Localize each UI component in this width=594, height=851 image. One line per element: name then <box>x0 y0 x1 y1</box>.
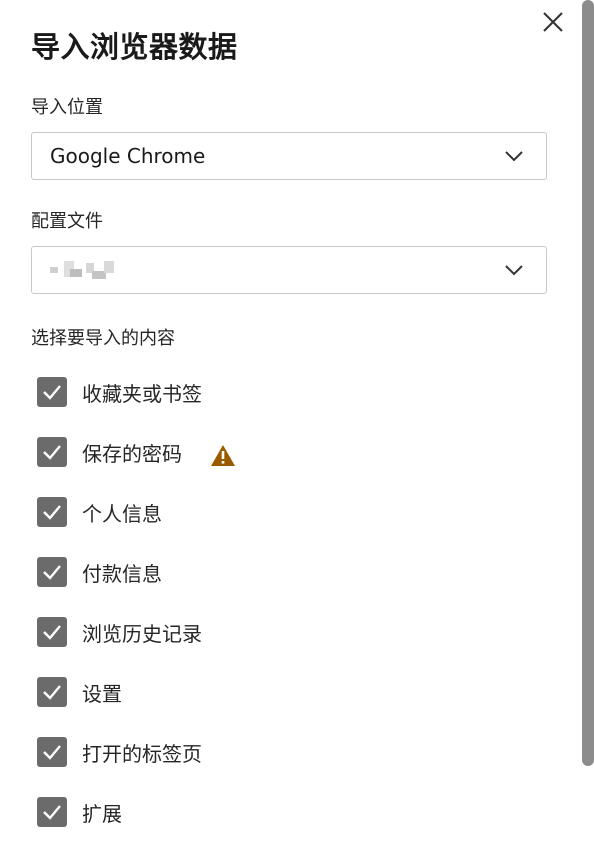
checkbox-label: 保存的密码 <box>82 442 182 466</box>
checkmark-icon <box>43 445 61 460</box>
profile-label: 配置文件 <box>31 211 103 232</box>
profile-select[interactable] <box>31 246 547 294</box>
checkbox-checked[interactable] <box>37 677 67 707</box>
checkbox-label: 付款信息 <box>82 562 162 586</box>
checkmark-icon <box>43 805 61 820</box>
checkmark-icon <box>43 745 61 760</box>
checkbox-checked[interactable] <box>37 737 67 767</box>
checkbox-checked[interactable] <box>37 377 67 407</box>
chevron-down-icon <box>505 265 523 276</box>
import-from-select[interactable]: Google Chrome <box>31 132 547 180</box>
checkmark-icon <box>43 625 61 640</box>
checkbox-label: 收藏夹或书签 <box>82 382 202 406</box>
checkbox-checked[interactable] <box>37 557 67 587</box>
checkmark-icon <box>43 505 61 520</box>
checkbox-label: 设置 <box>82 682 122 706</box>
checkmark-icon <box>43 685 61 700</box>
import-from-value: Google Chrome <box>50 144 206 168</box>
checkbox-label: 浏览历史记录 <box>82 622 202 646</box>
checkbox-checked[interactable] <box>37 497 67 527</box>
close-icon <box>543 12 563 32</box>
checkmark-icon <box>43 565 61 580</box>
scrollbar-thumb[interactable] <box>582 0 594 766</box>
dialog-title: 导入浏览器数据 <box>31 30 238 64</box>
checkbox-checked[interactable] <box>37 437 67 467</box>
checkbox-label: 个人信息 <box>82 502 162 526</box>
checkbox-label: 打开的标签页 <box>82 742 202 766</box>
chevron-down-icon <box>505 151 523 162</box>
checkmark-icon <box>43 385 61 400</box>
checkbox-label: 扩展 <box>82 802 122 826</box>
checkbox-checked[interactable] <box>37 617 67 647</box>
blurred-profile-name <box>46 259 118 281</box>
choose-content-label: 选择要导入的内容 <box>31 328 175 349</box>
import-from-label: 导入位置 <box>31 97 103 118</box>
close-button[interactable] <box>538 7 568 37</box>
checkbox-checked[interactable] <box>37 797 67 827</box>
warning-icon[interactable] <box>210 444 236 467</box>
